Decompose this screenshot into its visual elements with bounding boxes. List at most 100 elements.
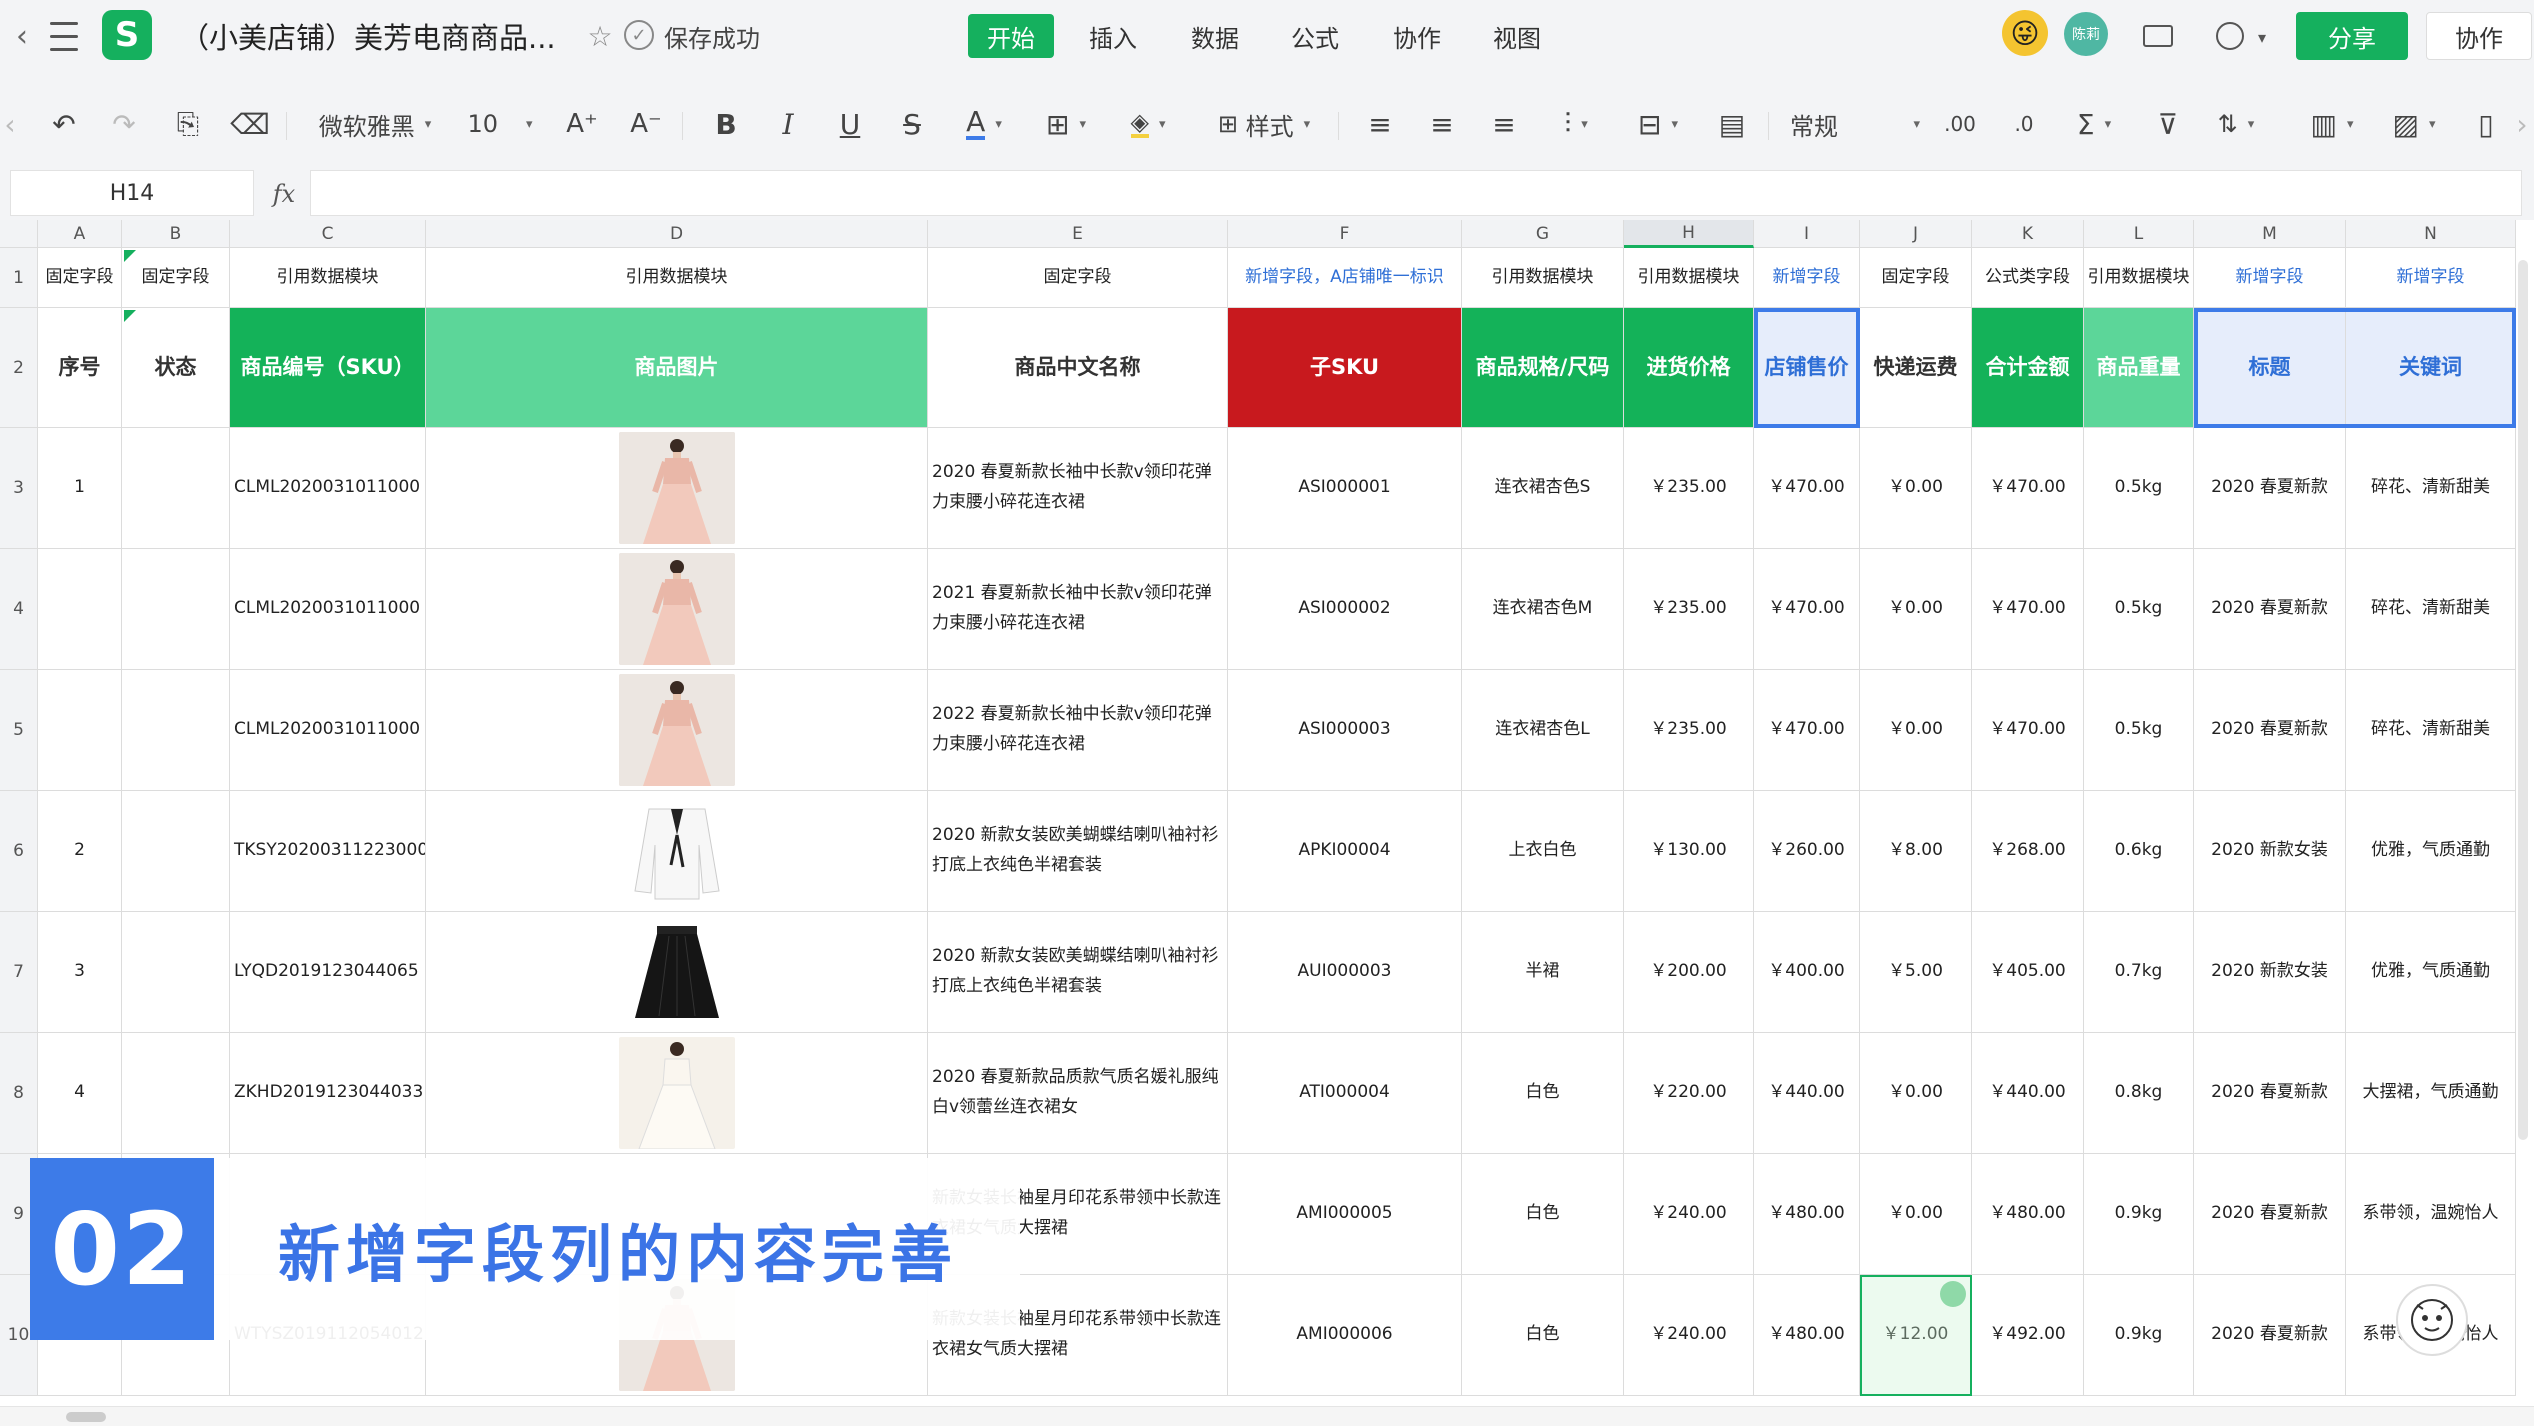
field-header-cell[interactable]: 快递运费: [1860, 308, 1972, 428]
column-header-m[interactable]: M: [2194, 220, 2346, 248]
merge-cells-icon[interactable]: ⊟ ▾: [1628, 96, 1688, 152]
tab-formula[interactable]: 公式: [1272, 14, 1358, 58]
field-header-cell[interactable]: 序号: [38, 308, 122, 428]
title-cell[interactable]: 2020 春夏新款: [2194, 1154, 2346, 1275]
sku-cell[interactable]: CLML2020031011000: [230, 549, 426, 670]
status-cell[interactable]: [122, 912, 230, 1033]
keywords-cell[interactable]: 碎花、清新甜美: [2346, 549, 2516, 670]
row-header-4[interactable]: 4: [0, 549, 38, 670]
title-cell[interactable]: 2020 春夏新款: [2194, 549, 2346, 670]
sku-cell[interactable]: LYQD2019123044065: [230, 912, 426, 1033]
image-cell[interactable]: [426, 912, 928, 1033]
history-icon[interactable]: [2210, 16, 2250, 56]
cost-cell[interactable]: ￥235.00: [1624, 428, 1754, 549]
field-header-cell[interactable]: 进货价格: [1624, 308, 1754, 428]
present-icon[interactable]: [2138, 16, 2178, 56]
seq-cell[interactable]: 2: [38, 791, 122, 912]
font-size-select[interactable]: 10 ▾: [460, 96, 540, 152]
cost-cell[interactable]: ￥240.00: [1624, 1275, 1754, 1396]
total-cell[interactable]: ￥268.00: [1972, 791, 2084, 912]
field-header-cell[interactable]: 关键词: [2346, 308, 2516, 428]
scroll-right-icon[interactable]: ›: [2512, 96, 2532, 152]
format-painter-icon[interactable]: ⎘: [168, 96, 208, 152]
redo-icon[interactable]: ↷: [104, 96, 144, 152]
product-name-cell[interactable]: 2022 春夏新款长袖中长款v领印花弹力束腰小碎花连衣裙: [928, 670, 1228, 791]
field-header-cell[interactable]: 商品重量: [2084, 308, 2194, 428]
product-thumbnail[interactable]: [618, 674, 735, 786]
column-header-g[interactable]: G: [1462, 220, 1624, 248]
column-header-e[interactable]: E: [928, 220, 1228, 248]
shipping-cell[interactable]: ￥8.00: [1860, 791, 1972, 912]
sub-sku-cell[interactable]: ATI000004: [1228, 1033, 1462, 1154]
status-cell[interactable]: [122, 428, 230, 549]
emoji-avatar[interactable]: 😜: [2002, 10, 2048, 56]
column-header-l[interactable]: L: [2084, 220, 2194, 248]
weight-cell[interactable]: 0.7kg: [2084, 912, 2194, 1033]
title-cell[interactable]: 2020 春夏新款: [2194, 670, 2346, 791]
status-cell[interactable]: [122, 791, 230, 912]
price-cell[interactable]: ￥480.00: [1754, 1154, 1860, 1275]
field-header-cell[interactable]: 合计金额: [1972, 308, 2084, 428]
row-header-7[interactable]: 7: [0, 912, 38, 1033]
seq-cell[interactable]: 3: [38, 912, 122, 1033]
style-menu[interactable]: ⊞ 样式 ▾: [1204, 96, 1324, 152]
cost-cell[interactable]: ￥220.00: [1624, 1033, 1754, 1154]
align-left-icon[interactable]: ≡: [1360, 96, 1400, 152]
tab-start[interactable]: 开始: [968, 14, 1054, 58]
field-type-cell[interactable]: 固定字段: [122, 248, 230, 308]
image-cell[interactable]: [426, 549, 928, 670]
back-icon[interactable]: ‹: [8, 18, 36, 54]
field-header-cell[interactable]: 商品图片: [426, 308, 928, 428]
user-avatar[interactable]: 陈莉: [2064, 12, 2108, 56]
chart-icon[interactable]: ▥ ▾: [2302, 96, 2362, 152]
shipping-cell[interactable]: ￥5.00: [1860, 912, 1972, 1033]
weight-cell[interactable]: 0.5kg: [2084, 670, 2194, 791]
sub-sku-cell[interactable]: ASI000002: [1228, 549, 1462, 670]
field-type-cell[interactable]: 新增字段: [1754, 248, 1860, 308]
undo-icon[interactable]: ↶: [44, 96, 84, 152]
fx-icon[interactable]: fx: [268, 174, 300, 214]
status-cell[interactable]: [122, 549, 230, 670]
total-cell[interactable]: ￥470.00: [1972, 428, 2084, 549]
strikethrough-icon[interactable]: S: [892, 96, 932, 152]
assistant-robot-icon[interactable]: [2396, 1284, 2468, 1356]
column-header-b[interactable]: B: [122, 220, 230, 248]
document-title[interactable]: （小美店铺）美芳电商商品...: [180, 14, 556, 58]
font-increase-icon[interactable]: A⁺: [560, 96, 604, 152]
number-format-select[interactable]: 常规 ▾: [1790, 96, 1920, 152]
field-type-cell[interactable]: 新增字段，A店铺唯一标识: [1228, 248, 1462, 308]
select-all-corner[interactable]: [0, 220, 38, 248]
fill-color-icon[interactable]: ◈ ▾: [1118, 96, 1178, 152]
spec-cell[interactable]: 半裙: [1462, 912, 1624, 1033]
keywords-cell[interactable]: 优雅，气质通勤: [2346, 912, 2516, 1033]
horizontal-scrollbar[interactable]: [0, 1406, 2534, 1426]
star-icon[interactable]: ☆: [582, 18, 618, 54]
keywords-cell[interactable]: 优雅，气质通勤: [2346, 791, 2516, 912]
product-thumbnail[interactable]: [618, 432, 735, 544]
weight-cell[interactable]: 0.9kg: [2084, 1154, 2194, 1275]
keywords-cell[interactable]: 大摆裙，气质通勤: [2346, 1033, 2516, 1154]
total-cell[interactable]: ￥440.00: [1972, 1033, 2084, 1154]
sub-sku-cell[interactable]: APKI00004: [1228, 791, 1462, 912]
total-cell[interactable]: ￥480.00: [1972, 1154, 2084, 1275]
total-cell[interactable]: ￥492.00: [1972, 1275, 2084, 1396]
total-cell[interactable]: ￥470.00: [1972, 549, 2084, 670]
sub-sku-cell[interactable]: AUI000003: [1228, 912, 1462, 1033]
seq-cell[interactable]: [38, 549, 122, 670]
vertical-align-icon[interactable]: ⫶ ▾: [1546, 96, 1606, 152]
price-cell[interactable]: ￥480.00: [1754, 1275, 1860, 1396]
freeze-icon[interactable]: ▯: [2466, 96, 2506, 152]
price-cell[interactable]: ￥470.00: [1754, 670, 1860, 791]
total-cell[interactable]: ￥405.00: [1972, 912, 2084, 1033]
align-center-icon[interactable]: ≡: [1422, 96, 1462, 152]
keywords-cell[interactable]: 碎花、清新甜美: [2346, 428, 2516, 549]
cost-cell[interactable]: ￥200.00: [1624, 912, 1754, 1033]
price-cell[interactable]: ￥400.00: [1754, 912, 1860, 1033]
title-cell[interactable]: 2020 春夏新款: [2194, 1275, 2346, 1396]
field-header-cell[interactable]: 子SKU: [1228, 308, 1462, 428]
field-type-cell[interactable]: 引用数据模块: [230, 248, 426, 308]
sku-cell[interactable]: CLML2020031011000: [230, 670, 426, 791]
shipping-cell[interactable]: ￥0.00: [1860, 549, 1972, 670]
image-cell[interactable]: [426, 670, 928, 791]
spec-cell[interactable]: 上衣白色: [1462, 791, 1624, 912]
